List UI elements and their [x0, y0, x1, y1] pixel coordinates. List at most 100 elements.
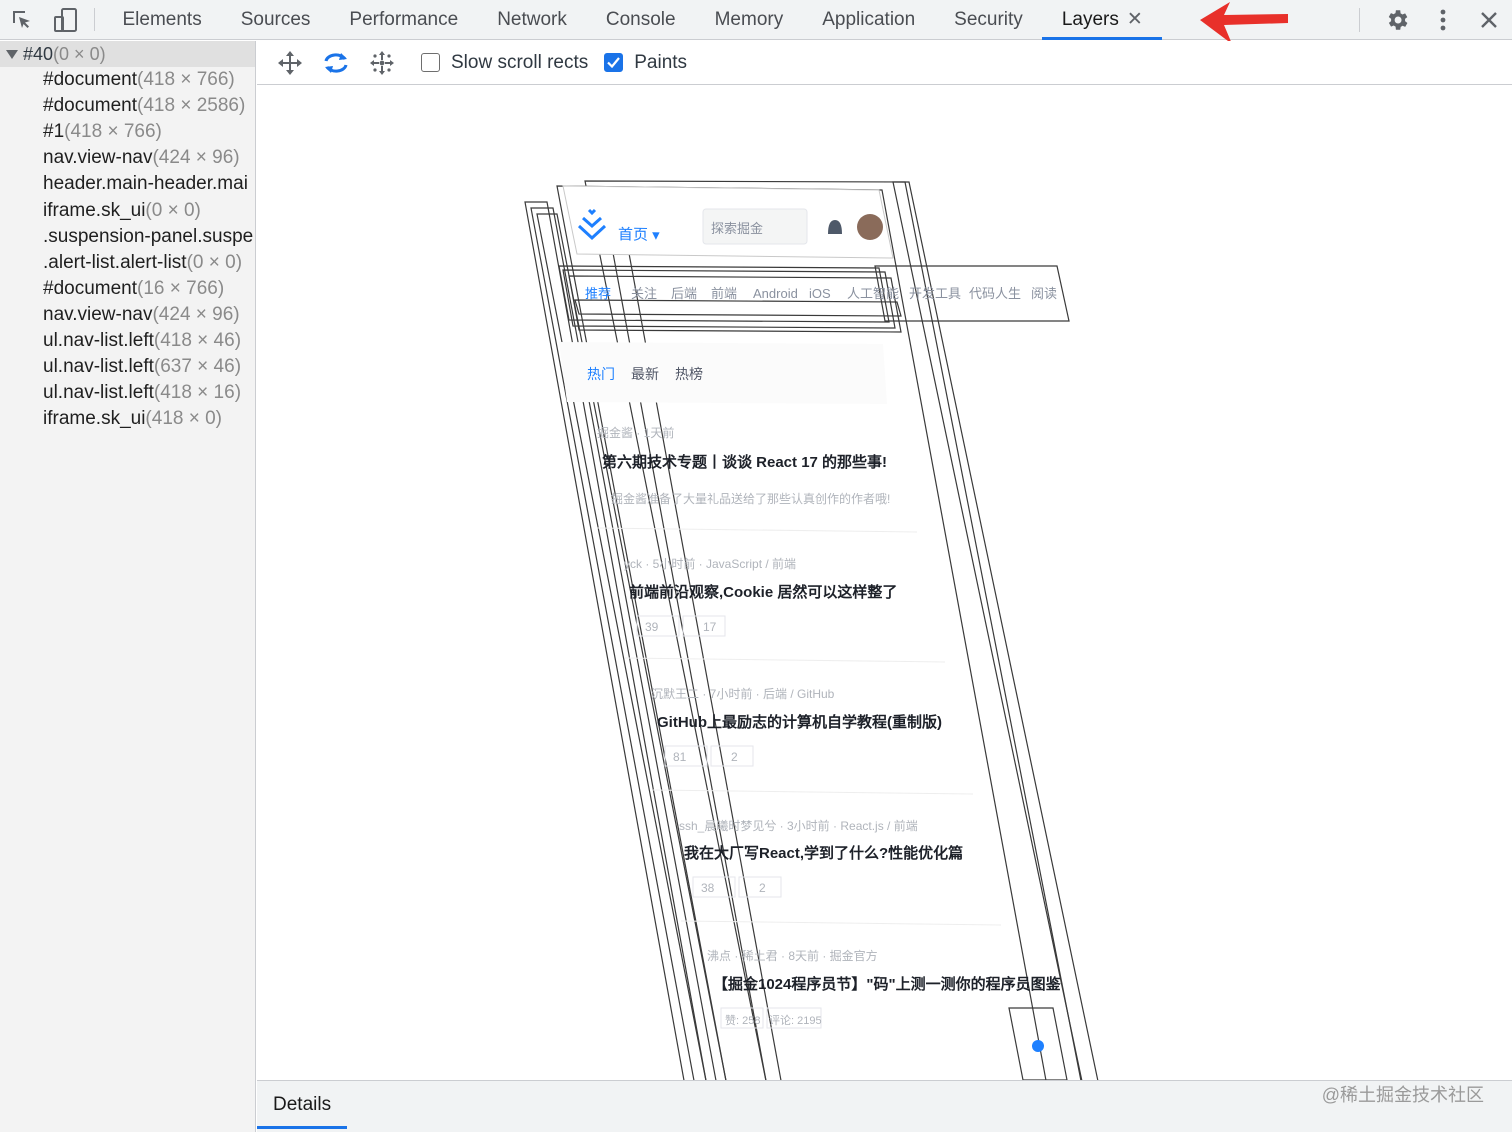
layer-tree-item[interactable]: #document (418 × 766) [0, 67, 255, 93]
close-tab-icon[interactable]: ✕ [1127, 8, 1143, 31]
tab-layers[interactable]: Layers ✕ [1042, 0, 1163, 40]
slow-scroll-rects-toggle[interactable]: Slow scroll rects [421, 52, 588, 74]
layer-name: ul.nav-list.left [43, 382, 154, 404]
article-meta: ssh_晨曦时梦见兮 · 3小时前 · React.js / 前端 [679, 818, 918, 833]
article-meta: 掘金酱 · 1天前 [597, 425, 674, 440]
paints-checkbox[interactable] [604, 53, 624, 72]
layer-tree-item[interactable]: iframe.sk_ui (0 × 0) [0, 197, 255, 223]
layer-name: nav.view-nav [43, 147, 153, 169]
category-nav-layer: 推荐 关注 后端 前端 Android iOS 人工智能 开发工具 代码人生 阅… [585, 286, 1057, 301]
like-count: 81 [673, 750, 687, 764]
article-title: 【掘金1024程序员节】"码"上测一测你的程序员图鉴 [713, 975, 1062, 993]
layer-size: (418 × 16) [153, 382, 242, 404]
article-title: 第六期技术专题丨谈谈 React 17 的那些事! [602, 453, 887, 471]
tab-security[interactable]: Security [935, 0, 1043, 39]
layer-name: .alert-list.alert-list [43, 251, 187, 273]
layer-tree-root[interactable]: #40 (0 × 0) [0, 41, 255, 67]
layer-tree-item[interactable]: nav.view-nav (424 × 96) [0, 145, 255, 171]
tab-details[interactable]: Details [257, 1081, 348, 1129]
page-header-layer: 首页 ▾ 探索掘金 [562, 185, 894, 259]
tab-label: Elements [122, 8, 202, 30]
nav-item: Android [753, 286, 798, 301]
layer-size: (418 × 0) [145, 408, 222, 430]
inspect-element-icon[interactable] [0, 0, 44, 39]
layer-size: (16 × 766) [137, 277, 225, 299]
toolbar-divider [94, 8, 95, 31]
layer-tree-item[interactable]: #document (418 × 2586) [0, 93, 255, 119]
layer-outlines [524, 180, 1099, 1080]
tab-console[interactable]: Console [586, 0, 695, 39]
tab-application[interactable]: Application [803, 0, 935, 39]
paints-toggle[interactable]: Paints [604, 52, 687, 74]
topbar-actions [1359, 0, 1512, 40]
tab-label: Network [497, 8, 567, 30]
layer-size: (424 × 96) [152, 147, 240, 169]
layer-tree-item[interactable]: iframe.sk_ui (418 × 0) [0, 406, 255, 432]
layer-size: (424 × 96) [152, 303, 240, 325]
nav-item: 推荐 [585, 286, 611, 301]
layers-3d-canvas[interactable]: 首页 ▾ 探索掘金 推荐 关注 后端 前端 Android iOS 人工智能 开… [257, 86, 1512, 1080]
layer-tree-item[interactable]: .alert-list.alert-list (0 × 0) [0, 250, 255, 276]
tab-elements[interactable]: Elements [103, 0, 221, 39]
tab-memory[interactable]: Memory [695, 0, 803, 39]
layers-toolbar: Slow scroll rects Paints [257, 41, 1512, 85]
layer-tree-item[interactable]: .suspension-panel.suspe [0, 224, 255, 250]
layer-tree-item[interactable]: header.main-header.mai [0, 171, 255, 197]
tab-network[interactable]: Network [478, 0, 587, 39]
tab-label: Sources [240, 8, 311, 30]
nav-item: 人工智能 [847, 286, 899, 301]
layer-name: #document [43, 95, 138, 117]
reset-transform-icon[interactable] [359, 43, 405, 83]
layer-tree-item[interactable]: ul.nav-list.left (637 × 46) [0, 354, 255, 380]
devtools-tab-bar: Elements Sources Performance Network Con… [0, 0, 1512, 44]
layer-tree-item[interactable]: ul.nav-list.left (418 × 16) [0, 380, 255, 406]
tab-sources[interactable]: Sources [221, 0, 330, 39]
layer-name: ul.nav-list.left [43, 356, 154, 378]
home-dropdown: 首页 ▾ [618, 226, 660, 244]
nav-item: 关注 [631, 286, 657, 301]
article-meta: 沉默王二 · 7小时前 · 后端 / GitHub [651, 686, 835, 701]
close-devtools-icon[interactable] [1466, 0, 1512, 40]
layers-3d-viewport[interactable]: 首页 ▾ 探索掘金 推荐 关注 后端 前端 Android iOS 人工智能 开… [257, 86, 1512, 1080]
layer-size: (637 × 46) [153, 356, 242, 378]
article-title: GitHub上最励志的计算机自学教程(重制版) [657, 713, 942, 731]
pan-mode-icon[interactable] [267, 43, 313, 83]
paints-label: Paints [634, 51, 688, 73]
layer-name: #1 [43, 121, 65, 143]
layer-name: ul.nav-list.left [43, 329, 154, 351]
subtab-ranking: 热榜 [675, 366, 703, 382]
layer-name: #40 [23, 43, 54, 64]
rotate-mode-icon[interactable] [313, 43, 359, 83]
layer-tree-item[interactable]: ul.nav-list.left (418 × 46) [0, 328, 255, 354]
article-title: 我在大厂写React,学到了什么?性能优化篇 [684, 844, 963, 862]
layer-tree-item[interactable]: #document (16 × 766) [0, 276, 255, 302]
comment-count: 2 [759, 881, 766, 895]
device-toolbar-icon[interactable] [44, 0, 88, 39]
layer-size: (0 × 0) [145, 199, 201, 221]
layer-name: iframe.sk_ui [43, 408, 146, 430]
layer-name: .suspension-panel.suspe [43, 225, 254, 247]
slow-scroll-rects-checkbox[interactable] [421, 53, 440, 72]
layer-size: (0 × 0) [53, 43, 106, 64]
expand-triangle-icon[interactable] [6, 49, 18, 59]
layer-tree-item[interactable]: nav.view-nav (424 × 96) [0, 302, 255, 328]
subtab-hot: 热门 [587, 366, 615, 382]
more-options-icon[interactable] [1420, 0, 1466, 40]
layer-tree-item[interactable]: #1 (418 × 766) [0, 119, 255, 145]
nav-item: 后端 [671, 286, 697, 301]
details-tab-label: Details [273, 1094, 332, 1115]
tab-label: Security [954, 8, 1023, 30]
layer-name: #document [43, 69, 138, 91]
avatar [857, 214, 883, 240]
layer-size: (418 × 766) [137, 69, 235, 91]
layer-size: (418 × 766) [64, 121, 162, 143]
comment-count: 2 [731, 750, 738, 764]
nav-item: 开发工具 [909, 286, 961, 301]
tab-performance[interactable]: Performance [330, 0, 478, 39]
tab-label: Console [605, 8, 676, 30]
settings-gear-icon[interactable] [1374, 0, 1420, 40]
layer-size: (418 × 2586) [137, 95, 246, 117]
comment-count: 评论: 2195 [769, 1013, 822, 1027]
layer-size: (418 × 46) [153, 329, 242, 351]
toolbar-divider [1359, 8, 1360, 32]
